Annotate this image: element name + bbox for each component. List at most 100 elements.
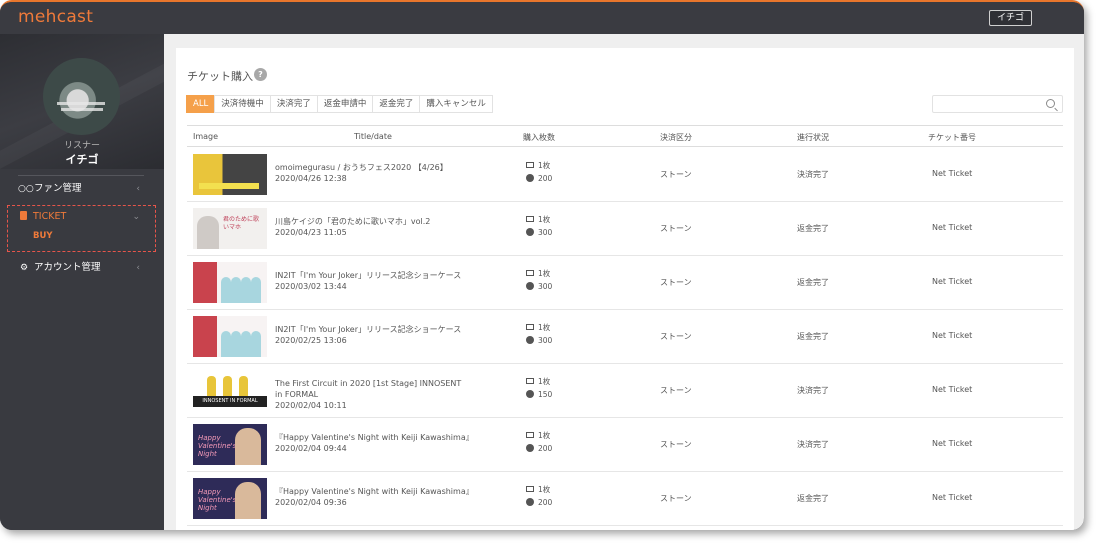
event-title[interactable]: 『Happy Valentine's Night with Keiji Kawa… [275, 432, 474, 443]
sidebar-item-account-management[interactable]: ⚙ アカウント管理 ‹ [18, 260, 144, 276]
table-row[interactable]: Happy Valentine's Night 『Happy Valentine'… [187, 472, 1063, 526]
event-title-date[interactable]: omoimegurasu / おうちフェス2020 【4/26】 2020/04/… [275, 162, 470, 184]
event-title[interactable]: IN2IT「I'm Your Joker」リリース記念ショーケース [275, 324, 470, 335]
avatar[interactable] [43, 58, 120, 135]
ticket-number[interactable]: Net Ticket [932, 493, 972, 502]
event-title-date[interactable]: The First Circuit in 2020 [1st Stage] IN… [275, 378, 470, 411]
tab-refund-complete[interactable]: 返金完了 [372, 95, 421, 113]
price-value: 300 [538, 228, 553, 237]
column-header-image: Image [193, 132, 219, 141]
column-header-ticket-number: チケット番号 [928, 133, 976, 142]
tab-payment-pending[interactable]: 決済待機中 [214, 95, 271, 113]
purchase-quantity: 1枚 300 [526, 322, 552, 348]
coin-icon [526, 336, 534, 344]
purchase-quantity: 1枚 300 [526, 214, 552, 240]
sidebar-item-label: TICKET [33, 211, 67, 222]
payment-type: ストーン [660, 278, 692, 287]
tab-refund-requested[interactable]: 返金申請中 [316, 95, 374, 113]
purchase-quantity: 1枚 300 [526, 268, 552, 294]
purchase-quantity: 1枚 200 [526, 484, 552, 510]
sidebar-item-ticket[interactable]: TICKET ⌄ [18, 209, 144, 225]
coin-icon [526, 444, 534, 452]
tab-payment-complete[interactable]: 決済完了 [269, 95, 318, 113]
ticket-icon [20, 211, 27, 220]
event-thumbnail[interactable]: Happy Valentine's Night [193, 424, 267, 465]
price-value: 300 [538, 336, 553, 345]
ticket-count-icon [526, 378, 534, 384]
purchase-quantity: 1枚 200 [526, 160, 552, 186]
ticket-number[interactable]: Net Ticket [932, 169, 972, 178]
user-menu-button[interactable]: イチゴ [989, 10, 1032, 26]
sidebar-subitem-buy[interactable]: BUY [33, 231, 53, 241]
thumb-caption: Happy Valentine's Night [198, 488, 237, 512]
event-title[interactable]: IN2IT「I'm Your Joker」リリース記念ショーケース [275, 270, 470, 281]
price-value: 200 [538, 174, 553, 183]
event-thumbnail[interactable]: 君のために歌いマホ [193, 208, 267, 249]
column-header-payment-type: 決済区分 [660, 133, 692, 142]
event-title[interactable]: 川島ケイジの「君のために歌いマホ」vol.2 [275, 216, 470, 227]
event-title[interactable]: The First Circuit in 2020 [1st Stage] IN… [275, 378, 470, 400]
table-row[interactable]: INNOSENT IN FORMAL The First Circuit in 2… [187, 364, 1063, 418]
event-thumbnail[interactable] [193, 154, 267, 195]
payment-type: ストーン [660, 440, 692, 449]
event-title-date[interactable]: IN2IT「I'm Your Joker」リリース記念ショーケース 2020/02… [275, 324, 470, 346]
event-thumbnail[interactable]: INNOSENT IN FORMAL [193, 370, 267, 411]
ticket-number[interactable]: Net Ticket [932, 331, 972, 340]
ticket-count-icon [526, 324, 534, 330]
event-date: 2020/02/25 13:06 [275, 336, 347, 345]
event-title-date[interactable]: 川島ケイジの「君のために歌いマホ」vol.2 2020/04/23 11:05 [275, 216, 470, 238]
progress-status: 返金完了 [797, 332, 829, 341]
event-date: 2020/04/23 11:05 [275, 228, 347, 237]
logo[interactable]: mehcast [18, 7, 93, 27]
event-thumbnail[interactable]: Happy Valentine's Night [193, 478, 267, 519]
quantity-value: 1枚 [538, 161, 551, 170]
search-input[interactable] [932, 95, 1063, 113]
coin-icon [526, 228, 534, 236]
event-title-date[interactable]: 『Happy Valentine's Night with Keiji Kawa… [275, 486, 474, 508]
event-date: 2020/03/02 13:44 [275, 282, 347, 291]
event-title-date[interactable]: IN2IT「I'm Your Joker」リリース記念ショーケース 2020/03… [275, 270, 470, 292]
gear-icon: ⚙ [19, 263, 29, 273]
purchase-quantity: 1枚 200 [526, 430, 552, 456]
ticket-number[interactable]: Net Ticket [932, 277, 972, 286]
coin-icon [526, 282, 534, 290]
price-value: 300 [538, 282, 553, 291]
progress-status: 決済完了 [797, 440, 829, 449]
ticket-number[interactable]: Net Ticket [932, 223, 972, 232]
table-row[interactable]: IN2IT「I'm Your Joker」リリース記念ショーケース 2020/02… [187, 310, 1063, 364]
event-title[interactable]: 『Happy Valentine's Night with Keiji Kawa… [275, 486, 474, 497]
quantity-value: 1枚 [538, 215, 551, 224]
thumb-caption: Happy Valentine's Night [198, 434, 237, 458]
table-row[interactable]: 君のために歌いマホ 川島ケイジの「君のために歌いマホ」vol.2 2020/04/2… [187, 202, 1063, 256]
table-header: Image Title/date 購入枚数 決済区分 進行状況 チケット番号 [187, 125, 1063, 147]
chevron-left-icon: ‹ [136, 184, 140, 194]
coin-icon [526, 498, 534, 506]
sidebar-divider [18, 175, 144, 176]
quantity-value: 1枚 [538, 485, 551, 494]
ticket-number[interactable]: Net Ticket [932, 385, 972, 394]
event-thumbnail[interactable] [193, 262, 267, 303]
payment-type: ストーン [660, 170, 692, 179]
event-title[interactable]: omoimegurasu / おうちフェス2020 【4/26】 [275, 162, 470, 173]
filter-tabs: ALL 決済待機中 決済完了 返金申請中 返金完了 購入キャンセル [186, 95, 493, 113]
payment-type: ストーン [660, 494, 692, 503]
search-icon[interactable] [1046, 99, 1055, 108]
column-header-progress: 進行状況 [797, 133, 829, 142]
event-thumbnail[interactable] [193, 316, 267, 357]
progress-status: 返金完了 [797, 224, 829, 233]
help-icon[interactable]: ? [254, 68, 267, 81]
price-value: 200 [538, 498, 553, 507]
progress-status: 返金完了 [797, 494, 829, 503]
tab-all[interactable]: ALL [186, 95, 216, 113]
ticket-number[interactable]: Net Ticket [932, 439, 972, 448]
event-date: 2020/02/04 09:44 [275, 444, 347, 453]
sidebar-item-fan-management[interactable]: ○○ファン管理 ‹ [18, 181, 144, 197]
event-title-date[interactable]: 『Happy Valentine's Night with Keiji Kawa… [275, 432, 474, 454]
table-row[interactable]: Happy Valentine's Night 『Happy Valentine'… [187, 418, 1063, 472]
user-role: リスナー [63, 141, 100, 151]
price-value: 200 [538, 444, 553, 453]
tab-purchase-cancelled[interactable]: 購入キャンセル [419, 95, 493, 113]
page-title: チケット購入 [187, 70, 253, 83]
table-row[interactable]: omoimegurasu / おうちフェス2020 【4/26】 2020/04/… [187, 148, 1063, 202]
table-row[interactable]: IN2IT「I'm Your Joker」リリース記念ショーケース 2020/03… [187, 256, 1063, 310]
